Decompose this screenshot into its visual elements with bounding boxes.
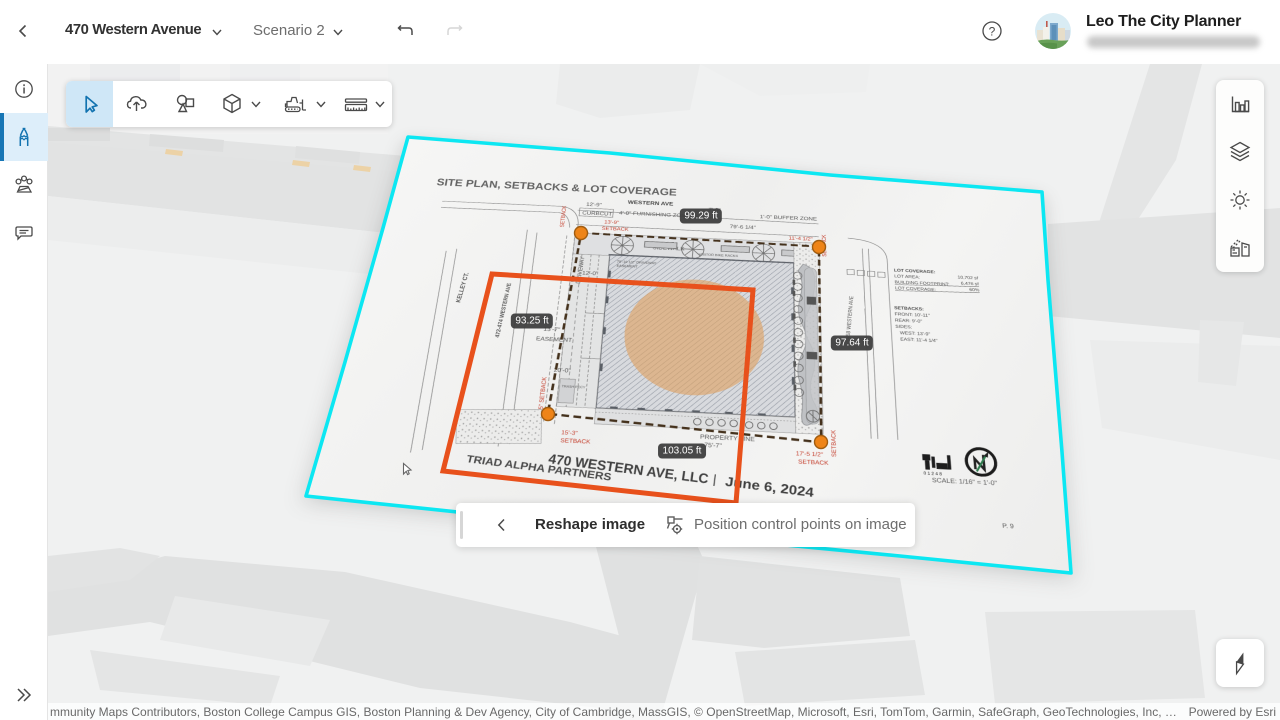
svg-text:?: ? — [989, 24, 996, 38]
